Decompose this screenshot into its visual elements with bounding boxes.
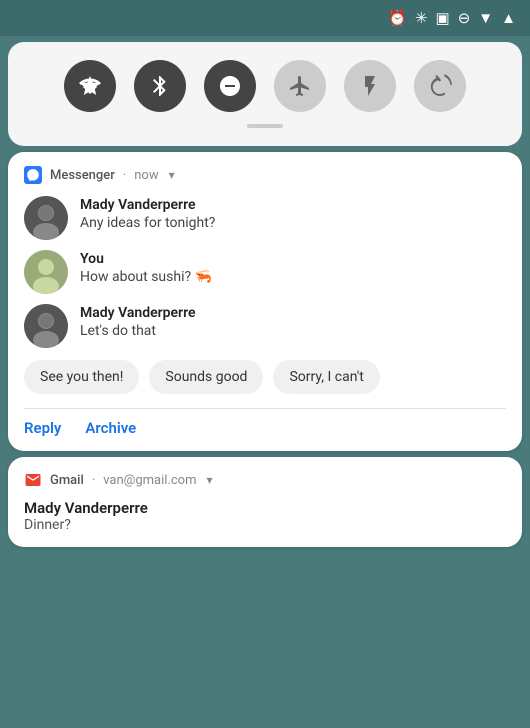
gmail-subject: Dinner? xyxy=(24,517,506,533)
message-row-3: Mady Vanderperre Let's do that xyxy=(24,304,506,348)
reply-button[interactable]: Reply xyxy=(24,419,61,437)
gmail-expand-icon[interactable]: ▾ xyxy=(207,473,213,487)
messenger-app-icon xyxy=(24,166,42,184)
quick-reply-see-you[interactable]: See you then! xyxy=(24,360,139,394)
avatar-you xyxy=(24,250,68,294)
gmail-notification: Gmail · van@gmail.com ▾ Mady Vanderperre… xyxy=(8,457,522,547)
message-text-2: How about sushi? 🦐 xyxy=(80,268,212,288)
notif-actions: Reply Archive xyxy=(24,419,506,437)
quick-replies: See you then! Sounds good Sorry, I can't xyxy=(24,360,506,394)
notif-time-value: now xyxy=(134,168,158,183)
wifi-icon: ▼ xyxy=(478,9,493,27)
gmail-header: Gmail · van@gmail.com ▾ xyxy=(24,471,506,489)
drag-handle[interactable] xyxy=(247,124,283,128)
message-row-1: Mady Vanderperre Any ideas for tonight? xyxy=(24,196,506,240)
message-content-1: Mady Vanderperre Any ideas for tonight? xyxy=(80,196,215,234)
message-sender-2: You xyxy=(80,250,212,268)
message-content-3: Mady Vanderperre Let's do that xyxy=(80,304,196,342)
gmail-account: van@gmail.com xyxy=(103,473,196,488)
alarm-icon: ⏰ xyxy=(388,9,407,27)
quick-reply-sounds-good[interactable]: Sounds good xyxy=(149,360,263,394)
message-text-1: Any ideas for tonight? xyxy=(80,214,215,234)
quick-reply-sorry[interactable]: Sorry, I can't xyxy=(273,360,379,394)
airplane-tile[interactable] xyxy=(274,60,326,112)
gmail-app-icon xyxy=(24,471,42,489)
avatar-mady-2 xyxy=(24,304,68,348)
quick-tiles-row xyxy=(32,60,498,112)
dnd-icon: ⊖ xyxy=(458,9,471,27)
rotate-tile[interactable] xyxy=(414,60,466,112)
archive-button[interactable]: Archive xyxy=(85,419,136,437)
dnd-tile[interactable] xyxy=(204,60,256,112)
messenger-notification: Messenger · now ▾ Mady Vanderperre Any i… xyxy=(8,152,522,451)
flashlight-tile[interactable] xyxy=(344,60,396,112)
gmail-sender: Mady Vanderperre xyxy=(24,499,506,517)
gmail-app-name: Gmail xyxy=(50,473,84,488)
message-content-2: You How about sushi? 🦐 xyxy=(80,250,212,288)
cast-icon: ▣ xyxy=(436,9,450,27)
status-bar: ⏰ ✳ ▣ ⊖ ▼ ▲ xyxy=(0,0,530,36)
message-row-2: You How about sushi? 🦐 xyxy=(24,250,506,294)
notif-expand-icon[interactable]: ▾ xyxy=(169,168,175,182)
message-sender-1: Mady Vanderperre xyxy=(80,196,215,214)
notifications-list: Messenger · now ▾ Mady Vanderperre Any i… xyxy=(8,152,522,547)
notif-divider xyxy=(24,408,506,409)
quick-settings-panel xyxy=(8,42,522,146)
avatar-mady-1 xyxy=(24,196,68,240)
messenger-app-name: Messenger xyxy=(50,168,115,183)
bluetooth-tile[interactable] xyxy=(134,60,186,112)
gmail-dot: · xyxy=(92,473,95,488)
messenger-notif-header: Messenger · now ▾ xyxy=(24,166,506,184)
message-text-3: Let's do that xyxy=(80,322,196,342)
signal-icon: ▲ xyxy=(501,9,516,27)
bluetooth-icon: ✳ xyxy=(415,9,428,27)
notif-time: · xyxy=(123,168,126,183)
wifi-tile[interactable] xyxy=(64,60,116,112)
message-sender-3: Mady Vanderperre xyxy=(80,304,196,322)
